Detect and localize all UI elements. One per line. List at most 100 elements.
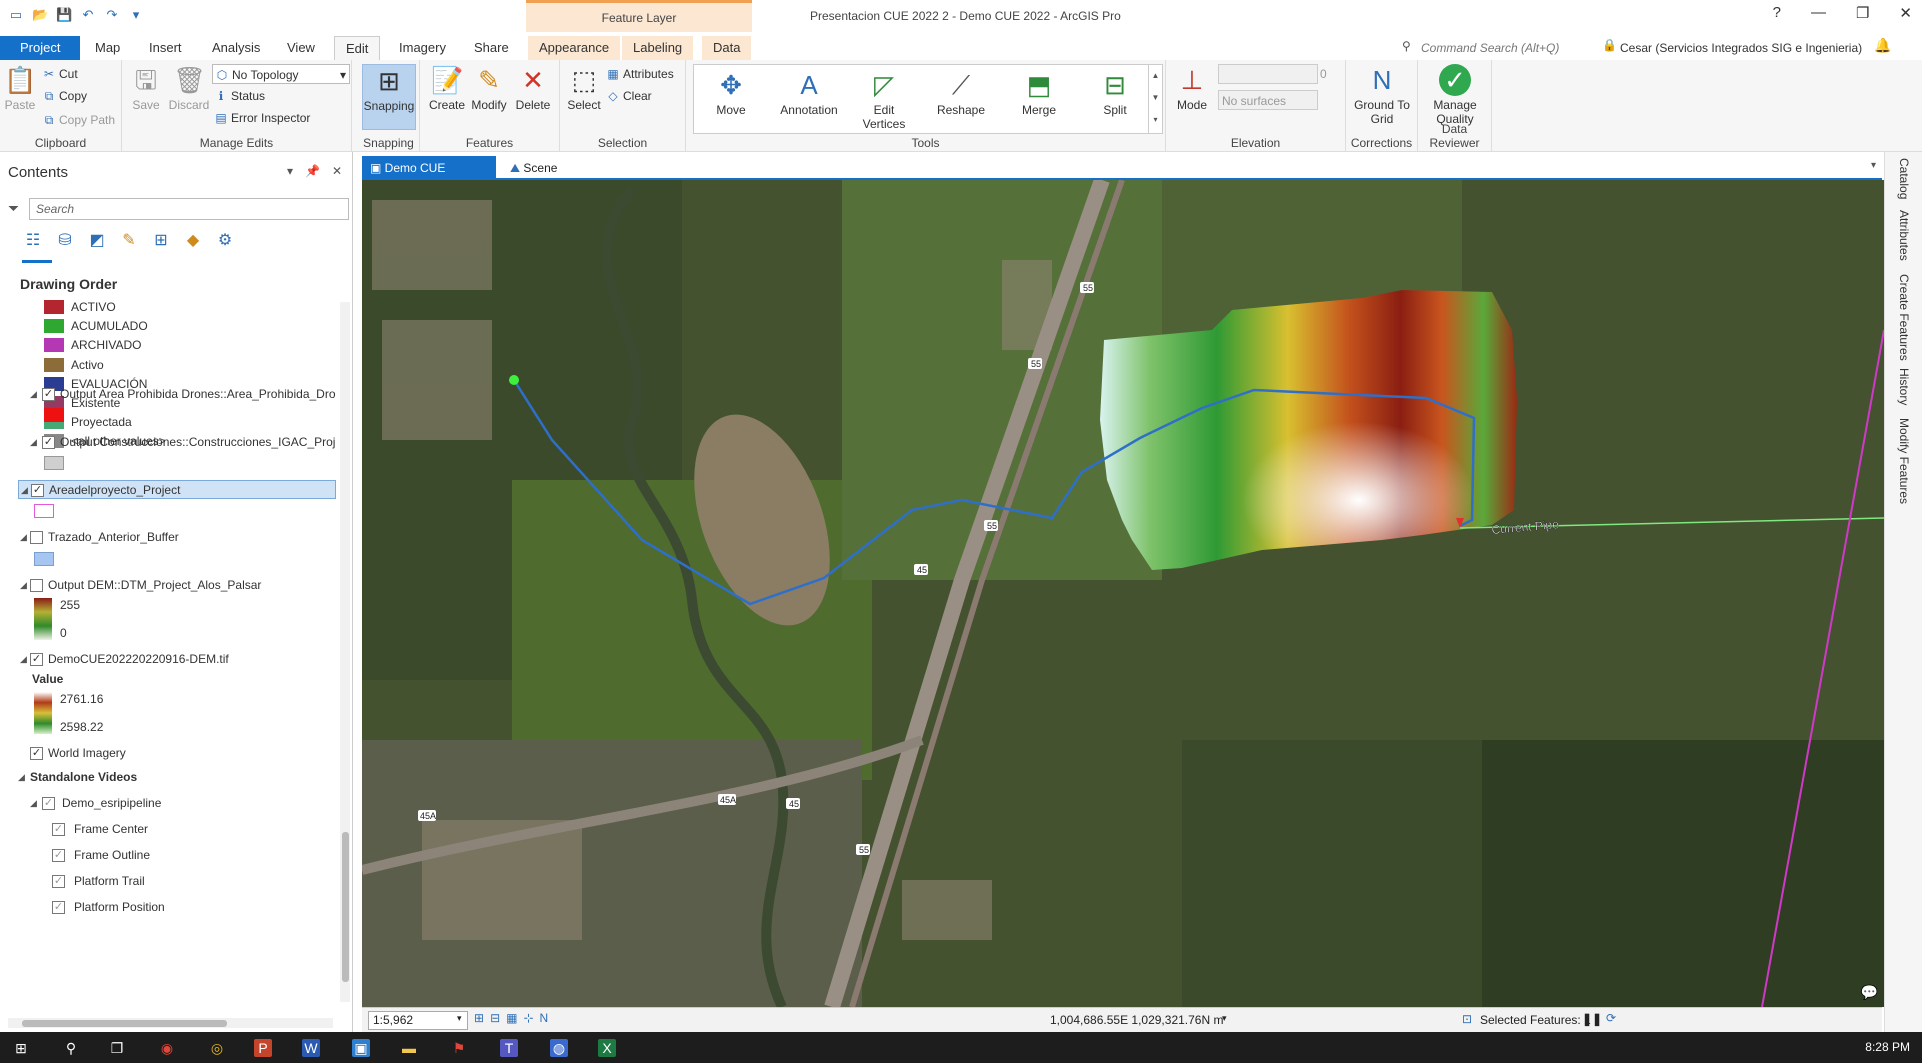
- minimize-button[interactable]: —: [1811, 4, 1826, 22]
- standalone-videos-group[interactable]: ◢ Standalone Videos: [0, 768, 336, 787]
- tool-reshape[interactable]: ⟋ Reshape: [930, 69, 992, 117]
- labeling-view-icon[interactable]: ◆: [182, 230, 204, 252]
- layer-trazado[interactable]: ◢ Trazado_Anterior_Buffer: [0, 528, 336, 547]
- error-inspector-button[interactable]: ▤ Error Inspector: [214, 108, 310, 128]
- contents-vscroll-thumb[interactable]: [342, 832, 349, 982]
- save-edits-button[interactable]: 🖫 Save: [126, 64, 166, 112]
- collapse-icon[interactable]: ◢: [18, 768, 25, 787]
- collapse-icon[interactable]: ◢: [20, 650, 27, 669]
- layer-construcciones[interactable]: ◢ ✓ Output Construcciones::Construcciones_…: [0, 433, 336, 452]
- copy-button[interactable]: ⧉ Copy: [42, 86, 87, 106]
- chrome-app-icon[interactable]: ◎: [208, 1039, 226, 1057]
- restore-button[interactable]: ❐: [1856, 4, 1869, 22]
- layer-checkbox[interactable]: ✓: [52, 901, 65, 914]
- delete-button[interactable]: ✕ Delete: [512, 64, 554, 112]
- layer-checkbox[interactable]: [30, 531, 43, 544]
- status-button[interactable]: ℹ Status: [214, 86, 265, 106]
- paint-app-icon[interactable]: ◉: [158, 1039, 176, 1057]
- customize-icon[interactable]: ▾: [128, 7, 144, 23]
- tab-view[interactable]: View: [276, 36, 326, 60]
- layer-drones[interactable]: ◢ ✓ Output Area Prohibida Drones::Area_Pro…: [0, 385, 336, 404]
- scale-dropdown-icon[interactable]: ▾: [457, 1013, 462, 1024]
- new-icon[interactable]: ▭: [8, 7, 24, 23]
- contents-hscroll-thumb[interactable]: [22, 1020, 227, 1027]
- layer-checkbox[interactable]: ✓: [52, 849, 65, 862]
- selected-features-count[interactable]: Selected Features: 1: [1480, 1013, 1591, 1027]
- teams-app-icon[interactable]: T: [500, 1039, 518, 1057]
- user-account[interactable]: Cesar (Servicios Integrados SIG e Ingeni…: [1620, 38, 1862, 58]
- layer-tif[interactable]: ◢ ✓ DemoCUE202220220916-DEM.tif: [0, 650, 336, 669]
- create-button[interactable]: 📝 Create: [426, 64, 468, 112]
- map-canvas[interactable]: Current Pipe 55 55 55 45 45A 45A 45 55: [362, 180, 1884, 1007]
- ground-to-grid-button[interactable]: N Ground To Grid: [1348, 64, 1416, 126]
- pause-icon[interactable]: ❚❚: [1582, 1012, 1602, 1026]
- tab-labeling[interactable]: Labeling: [622, 36, 694, 60]
- mode-button[interactable]: ⊥ Mode: [1170, 64, 1214, 112]
- taskbar-search-icon[interactable]: ⚲: [62, 1039, 80, 1057]
- photos-app-icon[interactable]: ▣: [352, 1039, 370, 1057]
- data-source-icon[interactable]: ⛁: [54, 230, 76, 252]
- tab-data[interactable]: Data: [702, 36, 752, 60]
- layer-checkbox[interactable]: ✓: [42, 436, 55, 449]
- pin-app-icon[interactable]: ⚑: [450, 1039, 468, 1057]
- tab-share[interactable]: Share: [463, 36, 520, 60]
- pin-icon[interactable]: 📌: [305, 164, 320, 178]
- task-view-icon[interactable]: ❐: [108, 1039, 126, 1057]
- tab-appearance[interactable]: Appearance: [528, 36, 621, 60]
- layer-area-proyecto[interactable]: ◢ ✓ Areadelproyecto_Project: [18, 480, 336, 499]
- topology-dropdown[interactable]: ⬡ No Topology ▾: [212, 64, 350, 84]
- collapse-icon[interactable]: ◢: [30, 794, 37, 813]
- excel-app-icon[interactable]: X: [598, 1039, 616, 1057]
- layer-frame-center[interactable]: ✓ Frame Center: [0, 820, 336, 839]
- layer-dem[interactable]: ◢ Output DEM::DTM_Project_Alos_Palsar: [0, 576, 336, 595]
- close-button[interactable]: ✕: [1899, 4, 1912, 22]
- north-icon[interactable]: N: [540, 1011, 549, 1025]
- layer-checkbox[interactable]: ✓: [31, 484, 44, 497]
- powerpoint-app-icon[interactable]: P: [254, 1039, 272, 1057]
- tool-merge[interactable]: ⬒ Merge: [1008, 69, 1070, 117]
- file-explorer-icon[interactable]: ▬: [400, 1039, 418, 1057]
- attributes-button[interactable]: ▦ Attributes: [606, 64, 673, 84]
- tab-imagery[interactable]: Imagery: [388, 36, 457, 60]
- attributes-tab[interactable]: Attributes: [1897, 210, 1911, 261]
- tool-split[interactable]: ⊟ Split: [1084, 69, 1146, 117]
- notification-icon[interactable]: 🔔: [1874, 37, 1891, 54]
- selection-view-icon[interactable]: ◩: [86, 230, 108, 252]
- snap-toggle-icon[interactable]: ⊹: [523, 1011, 533, 1025]
- tab-scene[interactable]: ⛰ Scene: [502, 156, 565, 180]
- open-icon[interactable]: 📂: [32, 7, 48, 23]
- snapping-button[interactable]: ⊞ Snapping: [362, 64, 416, 130]
- tab-insert[interactable]: Insert: [138, 36, 193, 60]
- tab-analysis[interactable]: Analysis: [201, 36, 271, 60]
- manage-quality-button[interactable]: ✓ Manage Quality: [1422, 64, 1488, 126]
- coords-dropdown-icon[interactable]: ▾: [1222, 1013, 1227, 1024]
- paste-button[interactable]: 📋 Paste: [0, 64, 40, 112]
- drawing-order-icon[interactable]: ☷: [22, 230, 44, 252]
- tab-map[interactable]: Map: [84, 36, 131, 60]
- create-features-tab[interactable]: Create Features: [1897, 274, 1911, 361]
- layer-checkbox[interactable]: [30, 579, 43, 592]
- perspective-view-icon[interactable]: ⚙: [214, 230, 236, 252]
- layer-checkbox[interactable]: ✓: [30, 747, 43, 760]
- clear-button[interactable]: ◇ Clear: [606, 86, 651, 106]
- undo-icon[interactable]: ↶: [80, 7, 96, 23]
- gallery-scroll[interactable]: ▲ ▼ ▾: [1148, 65, 1162, 133]
- pane-menu-icon[interactable]: ▾: [287, 164, 293, 178]
- tool-move[interactable]: ✥ Move: [700, 69, 762, 117]
- collapse-icon[interactable]: ◢: [20, 528, 27, 547]
- tab-demo-map[interactable]: ▣ Demo CUE 2022✕: [362, 156, 496, 199]
- tab-project[interactable]: Project: [0, 36, 81, 60]
- contents-search-input[interactable]: Search: [29, 198, 349, 220]
- scale-dropdown[interactable]: 1:5,962: [368, 1011, 468, 1030]
- help-button[interactable]: ?: [1773, 4, 1781, 22]
- close-pane-icon[interactable]: ✕: [332, 164, 342, 178]
- tab-list-icon[interactable]: ▾: [1871, 160, 1876, 171]
- layer-pipeline[interactable]: ◢ ✓ Demo_esripipeline: [0, 794, 336, 813]
- discard-button[interactable]: 🗑 Discard: [166, 64, 212, 112]
- layer-world-imagery[interactable]: ✓ World Imagery: [0, 744, 336, 763]
- catalog-tab[interactable]: Catalog: [1897, 158, 1911, 199]
- map-view[interactable]: Current Pipe 55 55 55 45 45A 45A 45 55 💬: [362, 180, 1884, 1007]
- arcgis-app-icon[interactable]: ◍: [550, 1039, 568, 1057]
- collapse-icon[interactable]: ◢: [21, 481, 28, 500]
- filter-icon[interactable]: ⏷: [8, 200, 19, 217]
